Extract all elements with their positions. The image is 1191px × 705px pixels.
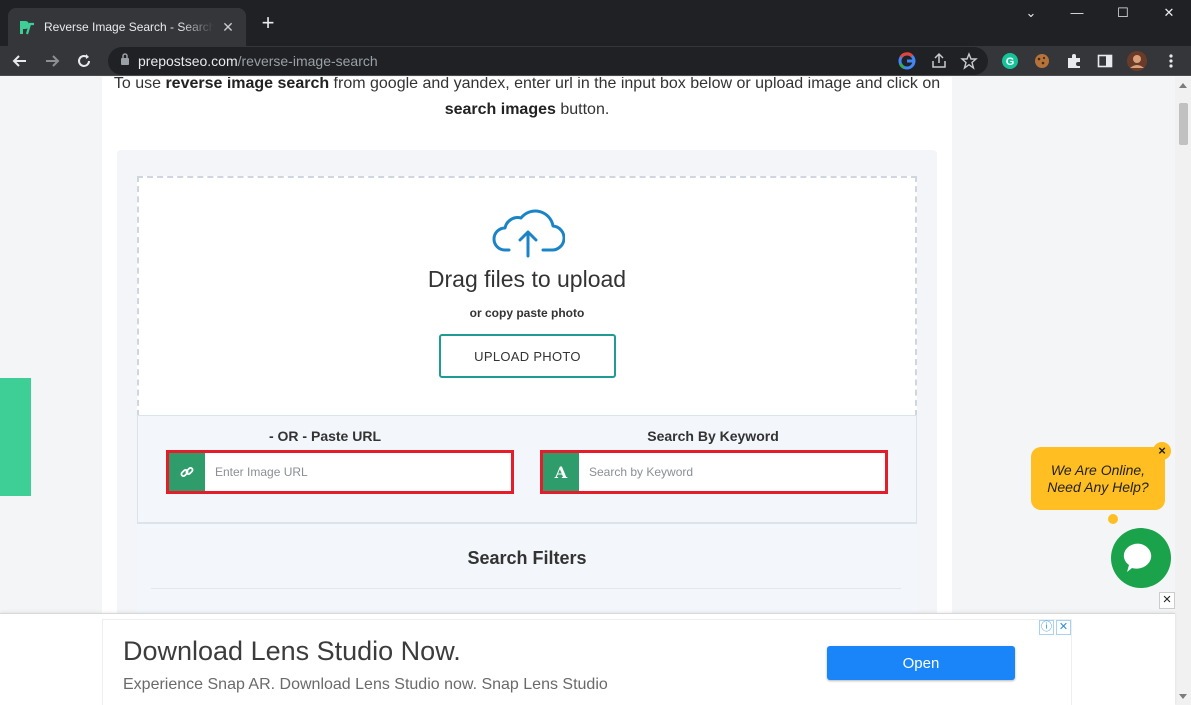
image-url-input[interactable] bbox=[205, 453, 511, 491]
scroll-down-arrow-icon[interactable] bbox=[1179, 694, 1187, 699]
browser-tabstrip: Reverse Image Search - Search By Image ✕… bbox=[0, 0, 1191, 46]
lock-icon bbox=[120, 52, 130, 70]
link-icon bbox=[169, 453, 205, 491]
side-feedback-tab[interactable] bbox=[0, 378, 31, 496]
url-host: prepostseo.com bbox=[138, 53, 238, 69]
ad-choices[interactable]: ⓘ ✕ bbox=[1039, 620, 1071, 636]
cloud-upload-icon bbox=[491, 200, 566, 260]
extensions-puzzle-icon[interactable] bbox=[1063, 50, 1085, 72]
window-close-button[interactable]: ✕ bbox=[1146, 4, 1191, 26]
window-minimize-button[interactable]: — bbox=[1054, 4, 1100, 26]
share-icon[interactable] bbox=[930, 52, 948, 75]
upload-area: Drag files to upload or copy paste photo… bbox=[117, 150, 937, 613]
tab-close-icon[interactable]: ✕ bbox=[220, 19, 236, 36]
chat-speech-icon bbox=[1123, 543, 1152, 572]
side-panel-icon[interactable] bbox=[1094, 50, 1116, 72]
browser-menu-icon[interactable] bbox=[1160, 50, 1182, 72]
chat-bubble-close-icon[interactable]: × bbox=[1153, 442, 1171, 460]
page-scrollbar[interactable] bbox=[1175, 77, 1191, 705]
letter-a-icon: A bbox=[543, 453, 579, 491]
chat-bubble-tail bbox=[1108, 514, 1118, 524]
ad-card[interactable]: ⓘ ✕ Download Lens Studio Now. Experience… bbox=[102, 619, 1072, 705]
intro-text: To use reverse image search from google … bbox=[113, 77, 941, 118]
ad-open-button[interactable]: Open bbox=[827, 646, 1015, 680]
filters-divider bbox=[151, 588, 901, 589]
ad-subtitle: Experience Snap AR. Download Lens Studio… bbox=[123, 676, 608, 693]
search-inputs-row: - OR - Paste URL Search By Keyword A bbox=[137, 415, 917, 523]
scroll-up-arrow-icon[interactable] bbox=[1179, 83, 1187, 88]
browser-tab[interactable]: Reverse Image Search - Search By Image ✕ bbox=[8, 8, 246, 46]
url-path: /reverse-image-search bbox=[237, 53, 378, 69]
site-favicon-icon bbox=[18, 18, 36, 36]
scroll-thumb[interactable] bbox=[1179, 103, 1188, 145]
tab-title: Reverse Image Search - Search By Image bbox=[44, 20, 214, 34]
tab-search-icon[interactable]: ⌄ bbox=[1008, 4, 1054, 26]
forward-arrow-icon[interactable] bbox=[40, 49, 64, 73]
search-filters-title: Search Filters bbox=[467, 548, 587, 568]
chat-greeting-bubble[interactable]: We Are Online, Need Any Help? bbox=[1031, 447, 1165, 510]
ad-info-icon[interactable]: ⓘ bbox=[1039, 620, 1054, 635]
drag-files-title: Drag files to upload bbox=[427, 266, 627, 292]
grammarly-icon[interactable]: G bbox=[999, 50, 1021, 72]
file-dropzone[interactable]: Drag files to upload or copy paste photo… bbox=[137, 176, 917, 416]
chat-line-2: Need Any Help? bbox=[1047, 478, 1149, 495]
ad-banner: ⓘ ✕ Download Lens Studio Now. Experience… bbox=[0, 613, 1175, 705]
bookmark-star-icon[interactable] bbox=[960, 52, 978, 75]
new-tab-button[interactable]: + bbox=[256, 12, 280, 34]
chat-open-button[interactable] bbox=[1111, 528, 1171, 588]
chat-line-1: We Are Online, bbox=[1050, 461, 1146, 478]
keyword-label: Search By Keyword bbox=[647, 428, 779, 444]
page-viewport: To use reverse image search from google … bbox=[0, 77, 1175, 613]
ad-title[interactable]: Download Lens Studio Now. bbox=[123, 636, 461, 667]
google-icon[interactable] bbox=[898, 52, 916, 75]
window-maximize-button[interactable]: ☐ bbox=[1100, 4, 1146, 26]
address-bar[interactable]: prepostseo.com/reverse-image-search bbox=[108, 47, 988, 75]
image-url-field bbox=[166, 450, 514, 494]
profile-avatar[interactable] bbox=[1126, 50, 1148, 72]
svg-text:G: G bbox=[1006, 56, 1015, 68]
content-card: To use reverse image search from google … bbox=[102, 77, 952, 613]
keyword-field: A bbox=[540, 450, 888, 494]
search-filters-section: Search Filters bbox=[137, 523, 917, 613]
ad-close-icon[interactable]: × bbox=[1159, 592, 1175, 609]
paste-url-label: - OR - Paste URL bbox=[268, 428, 381, 444]
ad-dismiss-icon[interactable]: ✕ bbox=[1056, 620, 1071, 635]
browser-toolbar: prepostseo.com/reverse-image-search G bbox=[0, 46, 1191, 76]
keyword-search-input[interactable] bbox=[579, 453, 885, 491]
upload-photo-button[interactable]: UPLOAD PHOTO bbox=[439, 334, 616, 378]
reload-icon[interactable] bbox=[72, 49, 96, 73]
back-arrow-icon[interactable] bbox=[8, 49, 32, 73]
cookie-icon[interactable] bbox=[1031, 50, 1053, 72]
copy-paste-subtitle: or copy paste photo bbox=[469, 306, 585, 320]
